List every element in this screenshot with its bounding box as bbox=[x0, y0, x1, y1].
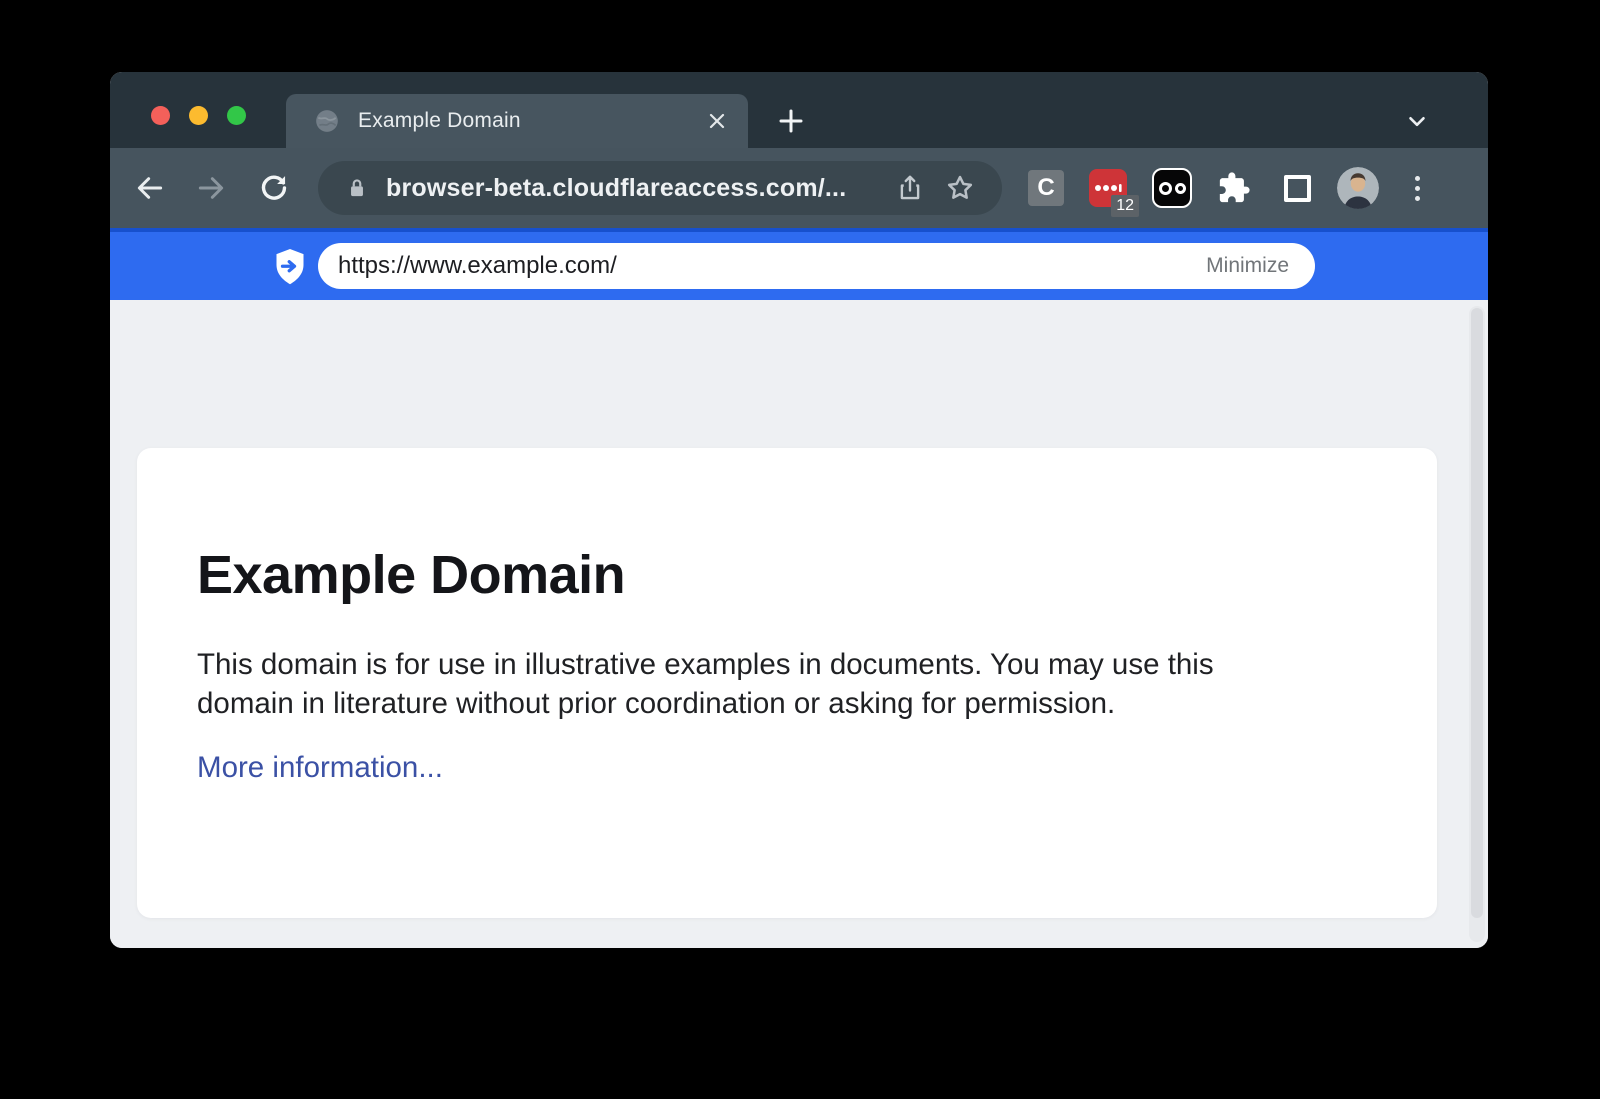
isolation-url-input[interactable]: https://www.example.com/ Minimize bbox=[318, 243, 1315, 289]
example-domain-card: Example Domain This domain is for use in… bbox=[137, 448, 1437, 918]
extension-badge-count: 12 bbox=[1111, 195, 1139, 217]
extension-password-manager-icon[interactable]: 12 bbox=[1089, 169, 1127, 207]
back-button[interactable] bbox=[131, 169, 169, 207]
browser-window: Example Domain bbox=[110, 72, 1488, 948]
forward-button[interactable] bbox=[192, 169, 230, 207]
tab-strip: Example Domain bbox=[110, 72, 1488, 148]
bookmark-star-icon[interactable] bbox=[942, 170, 978, 206]
vertical-scrollbar-thumb[interactable] bbox=[1471, 308, 1483, 918]
extension-loom-icon[interactable] bbox=[1152, 168, 1192, 208]
tab-example-domain[interactable]: Example Domain bbox=[286, 94, 748, 148]
screenshot-stage: Example Domain bbox=[0, 0, 1600, 1099]
share-icon[interactable] bbox=[892, 170, 928, 206]
side-panel-icon[interactable] bbox=[1278, 169, 1316, 207]
browser-toolbar: browser-beta.cloudflareaccess.com/... C bbox=[110, 148, 1488, 228]
browser-menu-kebab-icon[interactable] bbox=[1406, 171, 1428, 205]
minimize-bar-button[interactable]: Minimize bbox=[1206, 254, 1289, 278]
vertical-scrollbar-track bbox=[1469, 306, 1485, 942]
camera-circle-icon bbox=[1175, 183, 1186, 194]
tab-close-icon[interactable] bbox=[702, 106, 732, 136]
body-line-1: This domain is for use in illustrative e… bbox=[197, 646, 1437, 685]
new-tab-button[interactable] bbox=[774, 104, 808, 138]
page-body-text: This domain is for use in illustrative e… bbox=[137, 606, 1437, 723]
globe-favicon-icon bbox=[314, 108, 340, 134]
camera-circle-icon bbox=[1159, 182, 1172, 195]
profile-avatar[interactable] bbox=[1337, 167, 1379, 209]
more-information-link[interactable]: More information... bbox=[197, 751, 443, 785]
isolation-bar: https://www.example.com/ Minimize bbox=[110, 228, 1488, 300]
tab-search-chevron-icon[interactable] bbox=[1400, 106, 1434, 136]
lock-icon[interactable] bbox=[344, 175, 370, 201]
page-heading: Example Domain bbox=[137, 448, 1437, 606]
panel-square-icon bbox=[1284, 175, 1311, 202]
tab-title: Example Domain bbox=[358, 109, 702, 133]
reload-button[interactable] bbox=[255, 169, 293, 207]
extensions-puzzle-icon[interactable] bbox=[1215, 169, 1253, 207]
address-bar-url: browser-beta.cloudflareaccess.com/... bbox=[386, 174, 892, 203]
zoom-window-button[interactable] bbox=[227, 106, 246, 125]
isolation-url-text: https://www.example.com/ bbox=[338, 252, 1206, 280]
extension-c-icon[interactable]: C bbox=[1028, 170, 1064, 206]
shield-arrow-icon bbox=[272, 247, 308, 287]
extension-c-label: C bbox=[1037, 174, 1054, 202]
minimize-window-button[interactable] bbox=[189, 106, 208, 125]
page-viewport: Example Domain This domain is for use in… bbox=[110, 300, 1488, 948]
close-window-button[interactable] bbox=[151, 106, 170, 125]
body-line-2: domain in literature without prior coord… bbox=[197, 685, 1437, 724]
address-bar[interactable]: browser-beta.cloudflareaccess.com/... bbox=[318, 161, 1002, 215]
